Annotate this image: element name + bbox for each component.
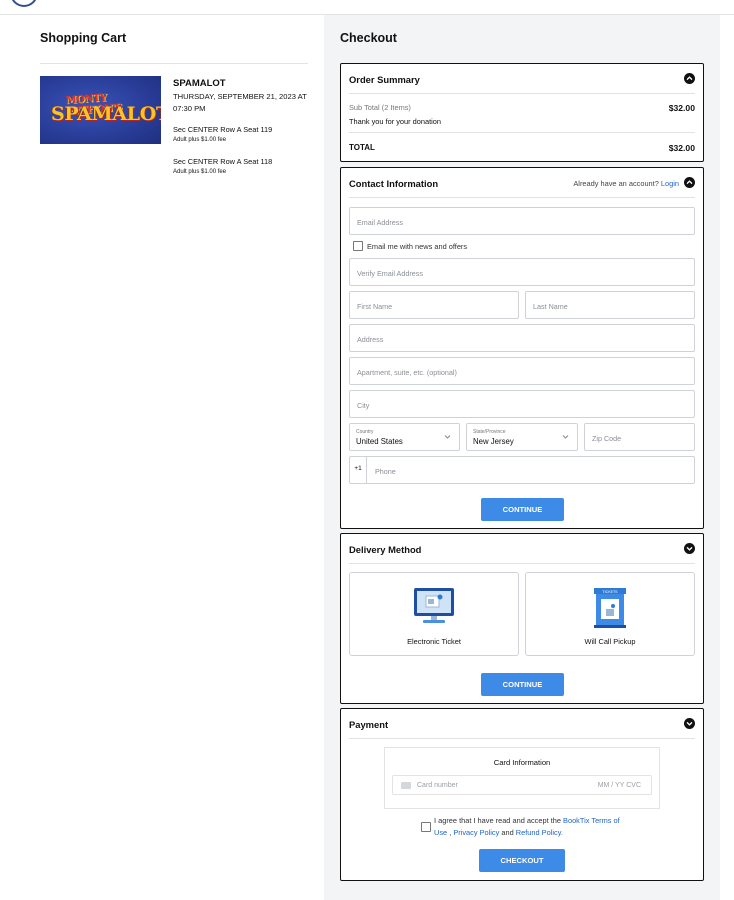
agree-terms-checkbox[interactable] xyxy=(421,822,431,832)
expand-chevron-icon[interactable] xyxy=(684,543,695,554)
card-information-widget: Card Information Card number MM / YY CVC xyxy=(384,747,660,809)
country-value: United States xyxy=(356,437,403,446)
shopping-cart-column: Shopping Cart MONTY PYTHON'S SPAMALOT SP… xyxy=(0,15,324,900)
phone-placeholder: Phone xyxy=(375,467,396,476)
apartment-placeholder: Apartment, suite, etc. (optional) xyxy=(357,368,457,377)
card-number-placeholder: Card number xyxy=(417,782,458,789)
chevron-down-icon xyxy=(444,435,451,439)
city-placeholder: City xyxy=(357,401,370,410)
verify-email-field[interactable]: Verify Email Address xyxy=(349,258,695,286)
delivery-continue-button[interactable]: CONTINUE xyxy=(481,673,564,696)
divider xyxy=(349,132,695,133)
verify-email-placeholder: Verify Email Address xyxy=(357,269,423,278)
ticket-booth-icon: TICKETS xyxy=(594,588,626,628)
poster-title: SPAMALOT xyxy=(51,103,161,125)
order-summary-panel: Order Summary Sub Total (2 Items) $32.00… xyxy=(340,63,704,162)
zip-code-placeholder: Zip Code xyxy=(592,434,622,443)
divider xyxy=(349,197,695,198)
cart-title: Shopping Cart xyxy=(40,31,127,45)
delivery-method-panel: Delivery Method Electronic Ticket TICKET… xyxy=(340,533,704,704)
credit-card-icon xyxy=(401,782,411,789)
delivery-option-will-call[interactable]: TICKETS Will Call Pickup xyxy=(525,572,695,656)
address-field[interactable]: Address xyxy=(349,324,695,352)
divider xyxy=(40,63,308,64)
checkout-button[interactable]: CHECKOUT xyxy=(479,849,565,872)
seat-line: Sec CENTER Row A Seat 118 xyxy=(173,157,273,166)
divider xyxy=(349,563,695,564)
account-prompt-text: Already have an account? xyxy=(573,179,659,188)
delivery-option-electronic-ticket[interactable]: Electronic Ticket xyxy=(349,572,519,656)
and-text: and xyxy=(501,828,514,837)
refund-policy-link[interactable]: Refund Policy. xyxy=(516,828,563,837)
last-name-placeholder: Last Name xyxy=(533,302,568,311)
newsletter-label: Email me with news and offers xyxy=(367,242,468,251)
event-poster-image: MONTY PYTHON'S SPAMALOT xyxy=(40,76,161,144)
payment-panel: Payment Card Information Card number MM … xyxy=(340,708,704,881)
seat-fee: Adult plus $1.00 fee xyxy=(173,169,227,175)
order-summary-heading: Order Summary xyxy=(349,74,420,85)
computer-icon xyxy=(414,588,454,623)
account-prompt: Already have an account? Login xyxy=(573,179,679,188)
delivery-method-heading: Delivery Method xyxy=(349,544,422,555)
expand-chevron-icon[interactable] xyxy=(684,718,695,729)
first-name-placeholder: First Name xyxy=(357,302,393,311)
site-logo-icon[interactable] xyxy=(10,0,38,7)
email-placeholder: Email Address xyxy=(357,218,403,227)
donation-text: Thank you for your donation xyxy=(349,117,442,126)
payment-heading: Payment xyxy=(349,719,389,730)
card-number-field[interactable]: Card number MM / YY CVC xyxy=(392,775,652,795)
event-date: THURSDAY, SEPTEMBER 21, 2023 AT 07:30 PM xyxy=(173,92,307,113)
contact-information-heading: Contact Information xyxy=(349,178,439,189)
contact-information-panel: Contact Information Already have an acco… xyxy=(340,167,704,529)
newsletter-checkbox[interactable] xyxy=(353,241,363,251)
agree-text: I agree that I have read and accept the xyxy=(434,816,561,825)
divider xyxy=(349,738,695,739)
ticket-booth-sign: TICKETS xyxy=(602,590,618,594)
total-value: $32.00 xyxy=(668,143,695,153)
phone-field[interactable]: +1 Phone xyxy=(349,456,695,484)
first-name-field[interactable]: First Name xyxy=(349,291,519,319)
event-name: SPAMALOT xyxy=(173,78,226,89)
country-select[interactable]: Country United States xyxy=(349,423,460,451)
total-label: TOTAL xyxy=(349,143,375,152)
divider xyxy=(349,93,695,94)
electronic-ticket-label: Electronic Ticket xyxy=(407,637,461,646)
seat-line: Sec CENTER Row A Seat 119 xyxy=(173,125,273,134)
card-information-title: Card Information xyxy=(493,758,551,767)
contact-continue-button[interactable]: CONTINUE xyxy=(481,498,564,521)
zip-code-field[interactable]: Zip Code xyxy=(584,423,695,451)
agree-terms-text: I agree that I have read and accept the … xyxy=(434,816,620,837)
state-value: New Jersey xyxy=(473,437,514,446)
checkout-title: Checkout xyxy=(340,31,397,45)
will-call-label: Will Call Pickup xyxy=(584,637,636,646)
last-name-field[interactable]: Last Name xyxy=(525,291,695,319)
country-label: Country xyxy=(356,429,374,435)
state-label: State/Province xyxy=(473,429,506,435)
privacy-policy-link[interactable]: Privacy Policy xyxy=(453,828,499,837)
address-placeholder: Address xyxy=(357,335,384,344)
collapse-chevron-icon[interactable] xyxy=(684,177,695,188)
email-field[interactable]: Email Address xyxy=(349,207,695,235)
phone-country-code[interactable]: +1 xyxy=(350,457,367,483)
state-select[interactable]: State/Province New Jersey xyxy=(466,423,578,451)
checkout-column: Checkout Order Summary Sub Total (2 Item… xyxy=(324,15,720,900)
expiry-cvc-placeholder[interactable]: MM / YY CVC xyxy=(598,782,641,789)
login-link[interactable]: Login xyxy=(661,179,679,188)
apartment-field[interactable]: Apartment, suite, etc. (optional) xyxy=(349,357,695,385)
city-field[interactable]: City xyxy=(349,390,695,418)
collapse-chevron-icon[interactable] xyxy=(684,73,695,84)
chevron-down-icon xyxy=(562,435,569,439)
subtotal-value: $32.00 xyxy=(668,103,695,113)
top-bar xyxy=(0,0,734,15)
seat-fee: Adult plus $1.00 fee xyxy=(173,137,227,143)
subtotal-label: Sub Total (2 Items) xyxy=(349,103,411,112)
